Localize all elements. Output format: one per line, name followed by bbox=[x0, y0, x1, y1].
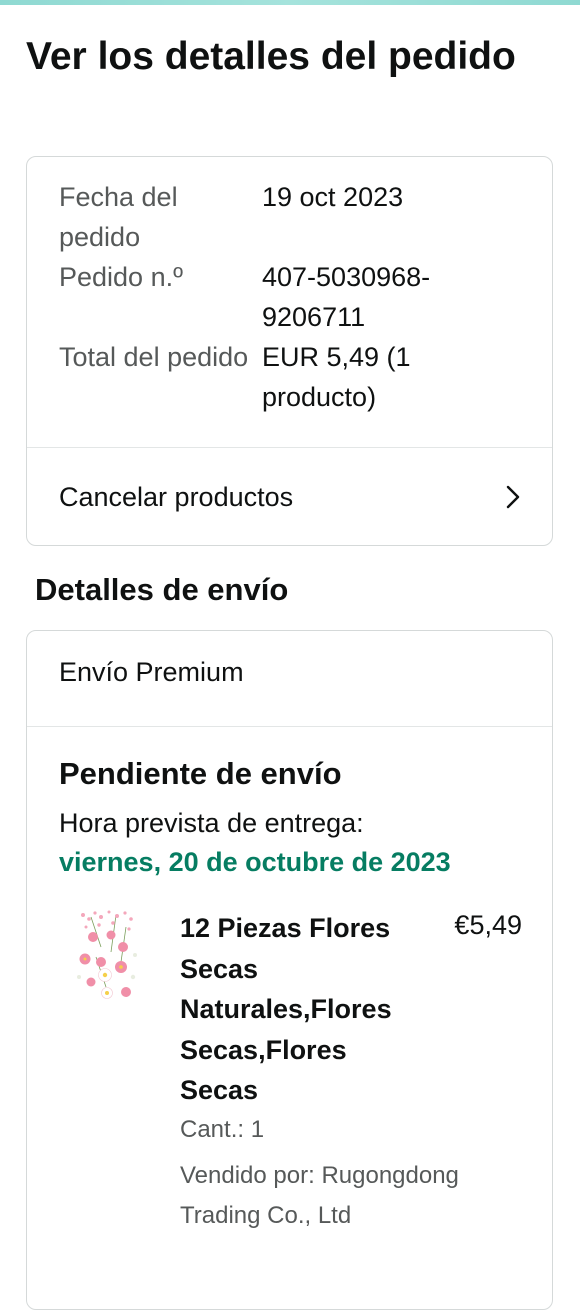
chevron-right-icon bbox=[506, 485, 520, 509]
shipping-type: Envío Premium bbox=[59, 657, 244, 687]
cancel-items-button[interactable]: Cancelar productos bbox=[27, 448, 552, 546]
order-summary-card: Fecha del pedido 19 oct 2023 Pedido n.º … bbox=[26, 156, 553, 546]
shipping-section-title: Detalles de envío bbox=[35, 572, 289, 607]
product-title-link[interactable]: 12 Piezas Flores Secas Naturales,Flores … bbox=[180, 908, 430, 1111]
summary-row-number: Pedido n.º 407-5030968-9206711 bbox=[59, 257, 529, 337]
order-total-label: Total del pedido bbox=[59, 342, 249, 372]
order-date-value: 19 oct 2023 bbox=[262, 182, 404, 212]
order-summary-table: Fecha del pedido 19 oct 2023 Pedido n.º … bbox=[59, 177, 529, 417]
order-number-value: 407-5030968-9206711 bbox=[262, 262, 431, 332]
product-price: €5,49 bbox=[454, 910, 522, 940]
summary-row-date: Fecha del pedido 19 oct 2023 bbox=[59, 177, 529, 257]
shipping-details-card: Envío Premium Pendiente de envío Hora pr… bbox=[26, 630, 553, 1310]
product-seller: Vendido por: Rugongdong Trading Co., Ltd bbox=[180, 1162, 459, 1229]
product-quantity: Cant.: 1 bbox=[180, 1116, 265, 1143]
page-title: Ver los detalles del pedido bbox=[26, 35, 516, 78]
delivery-eta-label: Hora prevista de entrega: bbox=[59, 808, 364, 838]
summary-row-total: Total del pedido EUR 5,49 (1 producto) bbox=[59, 337, 529, 417]
order-total-value: EUR 5,49 (1 producto) bbox=[262, 342, 411, 412]
product-image[interactable] bbox=[71, 907, 147, 1007]
shipment-status: Pendiente de envío bbox=[59, 756, 342, 791]
top-accent-bar bbox=[0, 0, 580, 5]
order-number-label: Pedido n.º bbox=[59, 262, 183, 292]
shipping-divider bbox=[27, 726, 552, 727]
delivery-eta-date: viernes, 20 de octubre de 2023 bbox=[59, 847, 451, 877]
order-date-label: Fecha del pedido bbox=[59, 182, 178, 252]
cancel-items-label: Cancelar productos bbox=[59, 481, 294, 512]
